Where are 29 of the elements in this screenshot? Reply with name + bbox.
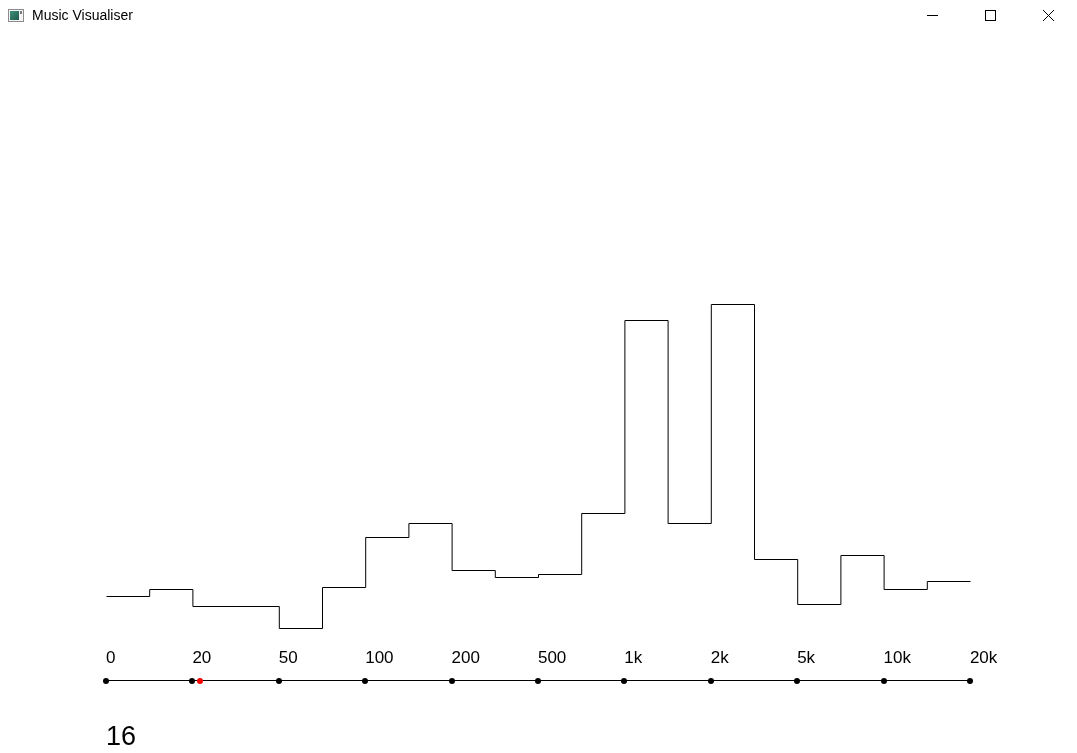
tick-dot-icon — [448, 678, 455, 684]
tick-dot-icon — [967, 678, 973, 684]
tick-dot-icon — [535, 678, 541, 684]
axis-label: 500 — [537, 648, 567, 668]
axis-label: 5k — [797, 648, 816, 668]
slider-track[interactable] — [103, 676, 973, 686]
tick-dot-icon — [707, 678, 714, 684]
close-icon — [1042, 9, 1054, 21]
maximize-icon — [984, 9, 996, 21]
tick-dot-icon — [275, 678, 282, 684]
tick-dot-icon — [362, 678, 369, 684]
tick-dot-icon — [880, 678, 887, 684]
tick-dot-icon — [794, 678, 801, 684]
value-readout: 16 — [106, 720, 137, 752]
axis-label: 10k — [883, 648, 911, 668]
axis-label: 2k — [710, 648, 729, 668]
axis-label: 0 — [106, 648, 116, 668]
tick-dot-icon — [621, 678, 628, 684]
axis-label: 100 — [365, 648, 394, 668]
window-icon — [8, 8, 24, 22]
tick-dot-icon — [103, 678, 109, 684]
axis-label: 200 — [451, 648, 480, 668]
axis-label: 20k — [969, 648, 998, 668]
slider-thumb[interactable] — [197, 678, 204, 684]
axis-label: 1k — [624, 648, 643, 668]
axis-label: 50 — [278, 648, 298, 668]
axis-label: 20 — [192, 648, 212, 668]
window-title: Music Visualiser — [32, 7, 133, 23]
tick-dot-icon — [189, 678, 196, 684]
